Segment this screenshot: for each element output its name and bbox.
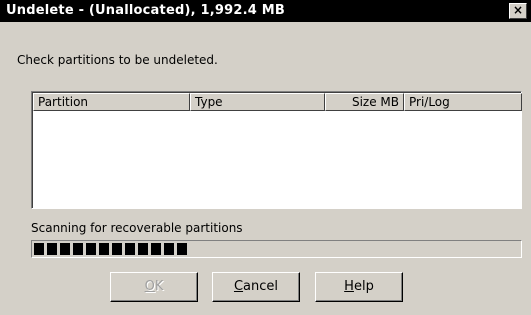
window-title: Undelete - (Unallocated), 1,992.4 MB	[6, 3, 285, 18]
partition-list-header: Partition Type Size MB Pri/Log	[33, 93, 522, 111]
instruction-text: Check partitions to be undeleted.	[17, 53, 218, 67]
progress-segment	[60, 243, 70, 255]
progress-segment	[177, 243, 187, 255]
column-header-type[interactable]: Type	[190, 93, 325, 111]
cancel-mnemonic: C	[233, 279, 244, 294]
help-label-rest: elp	[353, 279, 374, 294]
progress-segment	[138, 243, 148, 255]
progress-segment	[125, 243, 135, 255]
progress-segment	[47, 243, 57, 255]
ok-label-rest: K	[154, 279, 164, 294]
scan-status-label: Scanning for recoverable partitions	[31, 221, 243, 235]
help-mnemonic: H	[344, 279, 354, 294]
ok-mnemonic: O	[144, 279, 155, 294]
close-icon: ×	[512, 3, 524, 17]
progress-segment	[99, 243, 109, 255]
partition-list[interactable]: Partition Type Size MB Pri/Log	[31, 91, 522, 209]
progress-segment	[73, 243, 83, 255]
progress-segment	[86, 243, 96, 255]
help-button[interactable]: Help	[315, 272, 403, 302]
cancel-button[interactable]: Cancel	[212, 272, 300, 302]
progress-segment	[164, 243, 174, 255]
undelete-dialog: Undelete - (Unallocated), 1,992.4 MB × C…	[0, 0, 531, 315]
column-header-partition[interactable]: Partition	[33, 93, 190, 111]
progress-segment	[112, 243, 122, 255]
title-bar[interactable]: Undelete - (Unallocated), 1,992.4 MB ×	[0, 0, 531, 22]
close-button[interactable]: ×	[509, 3, 527, 19]
column-header-pri-log[interactable]: Pri/Log	[404, 93, 522, 111]
cancel-label-rest: ancel	[243, 279, 279, 294]
progress-segment	[34, 243, 44, 255]
ok-button[interactable]: OK	[110, 272, 198, 302]
scan-progress-fill	[34, 243, 519, 255]
progress-segment	[151, 243, 161, 255]
scan-progress-bar	[31, 240, 522, 258]
column-header-size[interactable]: Size MB	[325, 93, 404, 111]
